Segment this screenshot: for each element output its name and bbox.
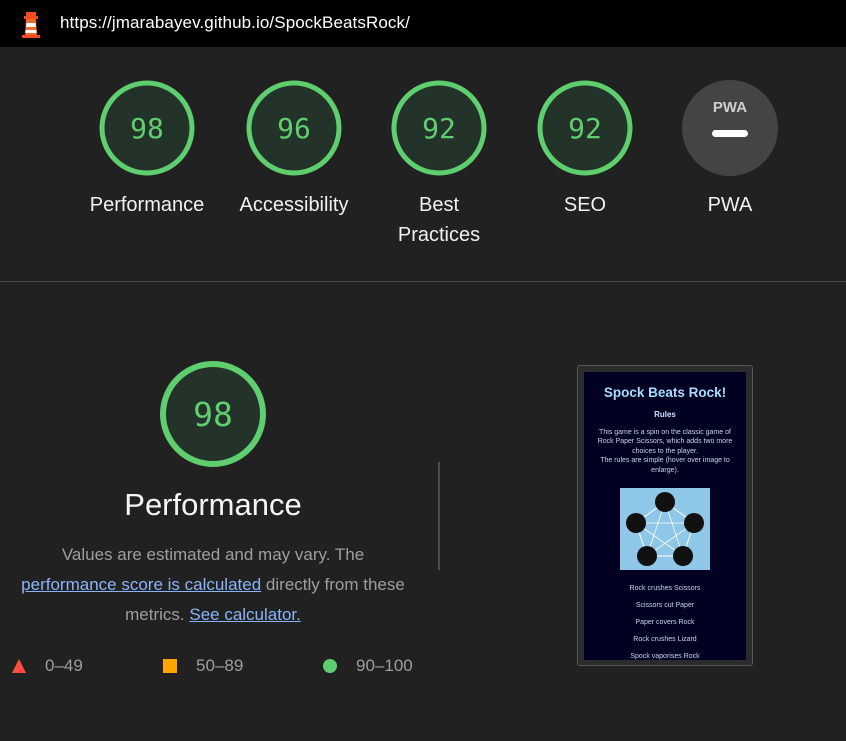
legend-pass-range: 90–100 xyxy=(356,656,413,675)
gauge-seo-score: 92 xyxy=(568,112,602,145)
triangle-fail-icon xyxy=(12,659,26,673)
rule-item: Rock crushes Scissors xyxy=(629,585,701,592)
gauge-accessibility-label: Accessibility xyxy=(239,194,349,216)
pwa-badge-icon: PWA xyxy=(682,80,778,176)
address-bar: https://jmarabayev.github.io/SpockBeatsR… xyxy=(0,0,846,47)
gauge-accessibility[interactable]: 96 Accessibility xyxy=(219,79,369,220)
score-calculated-link[interactable]: performance score is calculated xyxy=(21,575,261,594)
gauge-seo-ring: 92 xyxy=(537,80,633,176)
performance-big-score: 98 xyxy=(193,395,233,434)
performance-big-gauge: 98 xyxy=(160,361,266,467)
rule-item: Rock crushes Lizard xyxy=(633,636,697,643)
gauge-performance-ring: 98 xyxy=(99,80,195,176)
gauge-accessibility-score: 96 xyxy=(277,112,311,145)
rules-list: Rock crushes Scissors Scissors cut Paper… xyxy=(584,580,746,660)
gauge-pwa-label: PWA xyxy=(707,194,753,216)
vertical-divider xyxy=(438,462,440,570)
desc-prefix: Values are estimated and may vary. The xyxy=(61,545,365,564)
gauge-best-practices-ring: 92 xyxy=(391,80,487,176)
pwa-badge-text: PWA xyxy=(713,99,747,116)
gauge-seo[interactable]: 92 SEO xyxy=(510,79,660,220)
legend-fail-range: 0–49 xyxy=(45,656,83,675)
circle-pass-icon xyxy=(323,659,337,673)
final-screenshot[interactable]: Spock Beats Rock! Rules This game is a s… xyxy=(577,365,753,666)
gauge-performance-score: 98 xyxy=(130,112,164,145)
gauge-seo-label: SEO xyxy=(563,194,607,216)
square-average-icon xyxy=(163,659,177,673)
legend-average: 50–89 xyxy=(162,656,243,676)
rules-heading: Rules xyxy=(654,410,676,419)
performance-section: 98 Performance Values are estimated and … xyxy=(0,282,846,741)
rules-diagram-icon xyxy=(626,492,704,566)
gauge-accessibility-ring: 96 xyxy=(246,80,342,176)
performance-title: Performance xyxy=(124,487,302,522)
pwa-dash-icon xyxy=(712,130,748,137)
legend-average-range: 50–89 xyxy=(196,656,244,675)
see-calculator-link[interactable]: See calculator. xyxy=(189,605,301,624)
intro-text-1: This game is a spin on the classic game … xyxy=(597,428,733,455)
gauge-best-practices-score: 92 xyxy=(422,112,456,145)
page-url[interactable]: https://jmarabayev.github.io/SpockBeatsR… xyxy=(60,13,410,33)
rules-diagram-image xyxy=(620,488,710,570)
gauge-pwa[interactable]: PWA PWA xyxy=(655,79,805,220)
screenshot-content: Spock Beats Rock! Rules This game is a s… xyxy=(584,372,746,660)
rule-item: Scissors cut Paper xyxy=(635,602,695,609)
performance-description: Values are estimated and may vary. The p… xyxy=(0,540,426,630)
legend-pass: 90–100 xyxy=(322,656,413,676)
rule-item: Spock vaporises Rock xyxy=(630,653,700,660)
gauge-best-practices[interactable]: 92 Best Practices xyxy=(364,79,514,250)
rule-item: Paper covers Rock xyxy=(635,619,695,626)
gauge-performance-label: Performance xyxy=(89,194,205,216)
score-legend: 0–49 50–89 90–100 xyxy=(0,656,440,682)
gauge-performance[interactable]: 98 Performance xyxy=(72,79,222,220)
intro-text-2: The rules are simple (hover over image t… xyxy=(600,457,730,474)
category-gauges: 98 Performance 96 Accessibility 92 Best … xyxy=(0,47,846,281)
site-title: Spock Beats Rock! xyxy=(603,385,727,400)
lighthouse-logo-icon xyxy=(22,12,40,38)
intro-paragraph: This game is a spin on the classic game … xyxy=(594,428,736,476)
legend-fail: 0–49 xyxy=(11,656,83,676)
gauge-best-practices-label: Best Practices xyxy=(397,194,481,246)
